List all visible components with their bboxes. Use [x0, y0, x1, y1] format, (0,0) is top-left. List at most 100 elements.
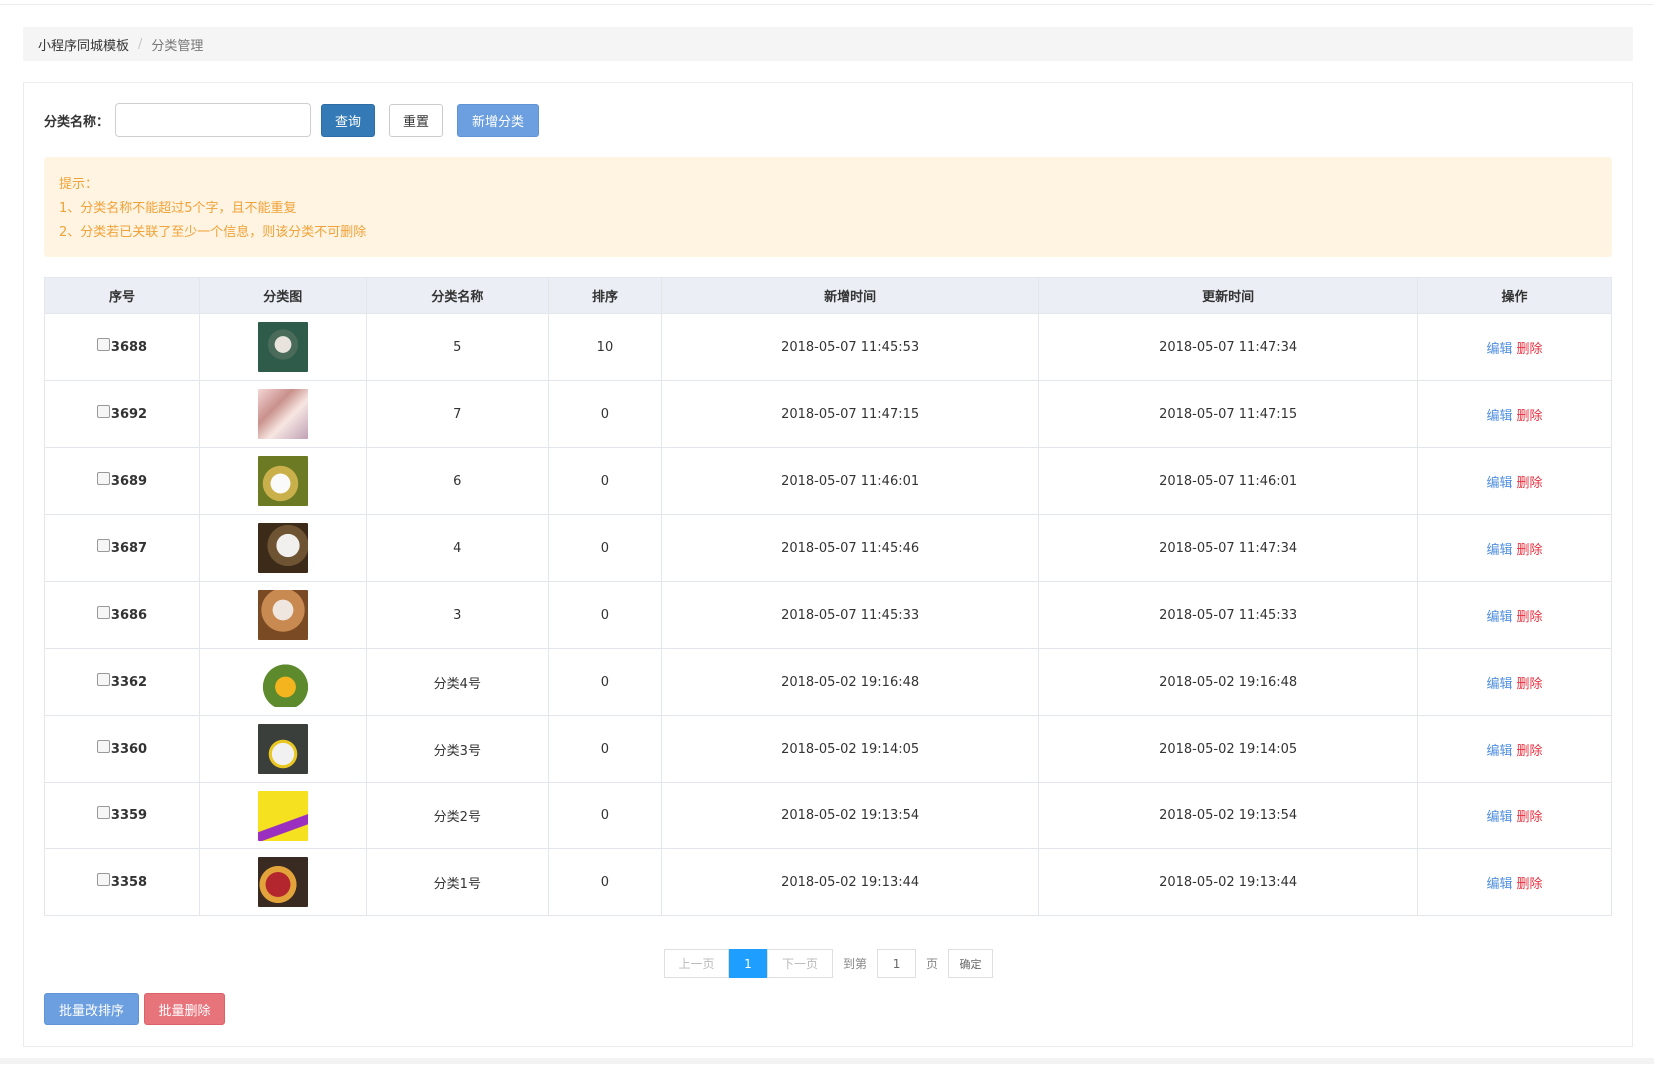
- category-table: 序号 分类图 分类名称 排序 新增时间 更新时间 操作 3688 5 10 20…: [44, 277, 1613, 916]
- edit-link[interactable]: 编辑: [1486, 409, 1512, 424]
- cell-created: 2018-05-02 19:14:05: [660, 715, 1040, 783]
- cell-image: [199, 715, 367, 783]
- delete-link[interactable]: 删除: [1516, 342, 1542, 357]
- cell-name: 7: [365, 380, 550, 448]
- cell-sort: 0: [548, 514, 662, 582]
- breadcrumb-root[interactable]: 小程序同城模板: [38, 35, 129, 54]
- row-checkbox[interactable]: [96, 471, 110, 485]
- row-checkbox[interactable]: [96, 872, 110, 886]
- delete-link[interactable]: 删除: [1516, 543, 1542, 558]
- table-row: 3362 分类4号 0 2018-05-02 19:16:48 2018-05-…: [44, 648, 1613, 716]
- cell-id: 3692: [44, 380, 200, 448]
- top-divider: [0, 4, 1654, 5]
- category-thumbnail: [257, 322, 308, 372]
- table-row: 3358 分类1号 0 2018-05-02 19:13:44 2018-05-…: [44, 848, 1613, 916]
- edit-link[interactable]: 编辑: [1486, 342, 1512, 357]
- row-checkbox[interactable]: [96, 672, 110, 686]
- category-name-input[interactable]: [115, 103, 312, 137]
- cell-id: 3359: [44, 782, 200, 849]
- current-page[interactable]: 1: [729, 949, 767, 978]
- next-page-button[interactable]: 下一页: [767, 949, 833, 978]
- category-thumbnail: [257, 857, 308, 907]
- tip-line-1: 1、分类名称不能超过5个字，且不能重复: [59, 201, 297, 216]
- row-checkbox[interactable]: [96, 337, 110, 351]
- cell-image: [199, 514, 367, 582]
- category-thumbnail: [257, 790, 308, 841]
- delete-link[interactable]: 删除: [1516, 409, 1542, 424]
- header-actions: 操作: [1416, 277, 1613, 314]
- edit-link[interactable]: 编辑: [1486, 877, 1512, 892]
- tip-box: 提示： 1、分类名称不能超过5个字，且不能重复 2、分类若已关联了至少一个信息，…: [44, 157, 1612, 257]
- query-button[interactable]: 查询: [321, 103, 376, 137]
- search-bar: 分类名称： 查询 重置 新增分类: [44, 103, 540, 137]
- row-id: 3362: [110, 674, 148, 690]
- cell-sort: 0: [548, 447, 662, 515]
- cell-created: 2018-05-07 11:45:46: [660, 514, 1040, 582]
- cell-created: 2018-05-02 19:13:44: [660, 848, 1040, 916]
- page-number-input[interactable]: 1: [877, 949, 917, 978]
- header-id: 序号: [44, 277, 200, 314]
- delete-link[interactable]: 删除: [1516, 877, 1542, 892]
- cell-updated: 2018-05-07 11:47:34: [1038, 313, 1418, 381]
- cell-actions: 编辑 删除: [1416, 313, 1613, 381]
- cell-name: 6: [365, 447, 550, 515]
- cell-image: [199, 581, 367, 649]
- cell-sort: 10: [548, 313, 662, 381]
- cell-name: 3: [365, 581, 550, 649]
- cell-id: 3362: [44, 648, 200, 716]
- table-header-row: 序号 分类图 分类名称 排序 新增时间 更新时间 操作: [44, 277, 1613, 314]
- delete-link[interactable]: 删除: [1516, 476, 1542, 491]
- prev-page-button[interactable]: 上一页: [664, 949, 729, 978]
- row-checkbox[interactable]: [96, 605, 110, 619]
- edit-link[interactable]: 编辑: [1486, 543, 1512, 558]
- cell-name: 分类2号: [365, 782, 550, 849]
- add-category-button[interactable]: 新增分类: [457, 103, 540, 137]
- delete-link[interactable]: 删除: [1516, 810, 1542, 825]
- delete-link[interactable]: 删除: [1516, 744, 1542, 759]
- cell-name: 5: [365, 313, 550, 381]
- goto-confirm-button[interactable]: 确定: [948, 949, 994, 978]
- bulk-delete-button[interactable]: 批量删除: [144, 993, 225, 1025]
- cell-updated: 2018-05-07 11:45:33: [1038, 581, 1418, 649]
- header-sort: 排序: [548, 277, 662, 314]
- row-checkbox[interactable]: [96, 806, 110, 819]
- tip-line-2: 2、分类若已关联了至少一个信息，则该分类不可删除: [59, 225, 367, 240]
- cell-updated: 2018-05-07 11:46:01: [1038, 447, 1418, 515]
- cell-sort: 0: [548, 581, 662, 649]
- cell-actions: 编辑 删除: [1416, 581, 1613, 649]
- delete-link[interactable]: 删除: [1516, 610, 1542, 625]
- edit-link[interactable]: 编辑: [1486, 677, 1512, 692]
- cell-id: 3689: [44, 447, 200, 515]
- main-panel: 分类名称： 查询 重置 新增分类 提示： 1、分类名称不能超过5个字，且不能重复…: [23, 82, 1633, 1047]
- row-checkbox[interactable]: [96, 538, 110, 552]
- cell-name: 分类3号: [365, 715, 550, 783]
- category-thumbnail: [257, 456, 308, 506]
- cell-actions: 编辑 删除: [1416, 782, 1613, 849]
- cell-created: 2018-05-07 11:47:15: [660, 380, 1040, 448]
- category-thumbnail: [257, 523, 308, 573]
- cell-actions: 编辑 删除: [1416, 715, 1613, 783]
- reset-button[interactable]: 重置: [389, 103, 444, 137]
- bulk-sort-button[interactable]: 批量改排序: [44, 993, 139, 1025]
- breadcrumb: 小程序同城模板 / 分类管理: [23, 27, 1633, 61]
- cell-image: [199, 848, 367, 916]
- cell-actions: 编辑 删除: [1416, 648, 1613, 716]
- table-row: 3360 分类3号 0 2018-05-02 19:14:05 2018-05-…: [44, 715, 1613, 783]
- edit-link[interactable]: 编辑: [1486, 810, 1512, 825]
- cell-name: 分类4号: [365, 648, 550, 716]
- edit-link[interactable]: 编辑: [1486, 610, 1512, 625]
- row-checkbox[interactable]: [96, 404, 110, 418]
- header-name: 分类名称: [365, 277, 550, 314]
- bottom-divider: [0, 1058, 1654, 1064]
- edit-link[interactable]: 编辑: [1486, 744, 1512, 759]
- cell-image: [199, 447, 367, 515]
- delete-link[interactable]: 删除: [1516, 677, 1542, 692]
- cell-sort: 0: [548, 380, 662, 448]
- cell-sort: 0: [548, 715, 662, 783]
- edit-link[interactable]: 编辑: [1486, 476, 1512, 491]
- header-created: 新增时间: [660, 277, 1040, 314]
- header-updated: 更新时间: [1038, 277, 1418, 314]
- table-row: 3688 5 10 2018-05-07 11:45:53 2018-05-07…: [44, 313, 1613, 381]
- row-id: 3689: [110, 473, 148, 489]
- row-checkbox[interactable]: [96, 739, 110, 753]
